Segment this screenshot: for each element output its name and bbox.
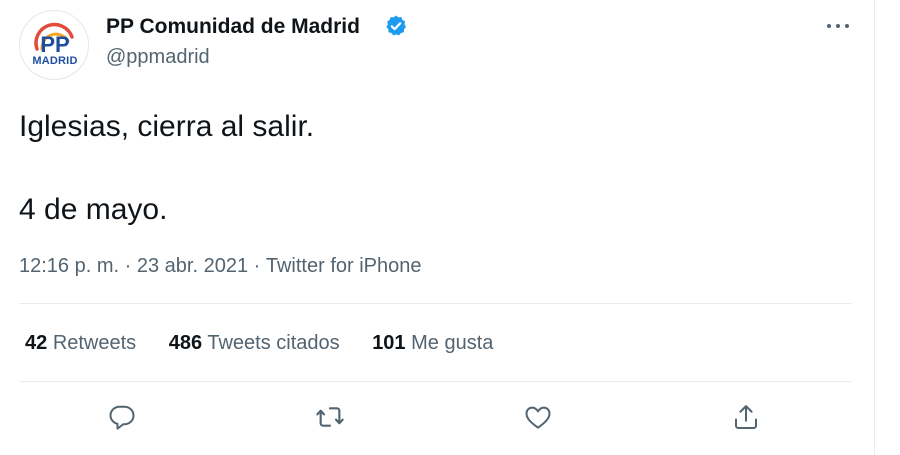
like-button[interactable]: [521, 400, 555, 434]
quote-tweets-stat[interactable]: 486 Tweets citados: [169, 332, 340, 355]
pp-logo-icon: PP: [34, 22, 74, 57]
meta-separator: ·: [253, 255, 261, 277]
tweet-source[interactable]: Twitter for iPhone: [266, 255, 422, 278]
timeline-border: [874, 0, 875, 455]
share-icon: [735, 405, 757, 429]
tweet-time[interactable]: 12:16 p. m.: [19, 255, 119, 278]
retweets-stat[interactable]: 42 Retweets: [25, 332, 136, 355]
tweet-text-line-1: Iglesias, cierra al salir.: [19, 110, 315, 143]
tweet-date[interactable]: 23 abr. 2021: [137, 255, 248, 278]
reply-icon: [109, 405, 135, 430]
account-handle[interactable]: @ppmadrid: [106, 46, 210, 69]
display-name[interactable]: PP Comunidad de Madrid: [106, 15, 360, 39]
retweet-icon: [316, 407, 344, 427]
verified-badge-icon: [386, 15, 406, 36]
more-options-icon[interactable]: [822, 14, 854, 38]
avatar-caption: MADRID: [32, 55, 78, 67]
likes-stat[interactable]: 101 Me gusta: [372, 332, 493, 355]
retweet-button[interactable]: [313, 400, 347, 434]
share-button[interactable]: [729, 400, 763, 434]
engagement-stats: 42 Retweets 486 Tweets citados 101 Me gu…: [25, 332, 520, 355]
tweet-text-line-2: 4 de mayo.: [19, 193, 168, 226]
tweet-metadata: 12:16 p. m. · 23 abr. 2021 · Twitter for…: [19, 255, 422, 278]
like-icon: [525, 406, 551, 429]
avatar-logo-text: PP: [40, 32, 69, 57]
meta-separator: ·: [124, 255, 132, 277]
avatar[interactable]: PP MADRID: [19, 10, 89, 80]
divider: [19, 381, 852, 382]
divider: [19, 303, 852, 304]
reply-button[interactable]: [105, 400, 139, 434]
